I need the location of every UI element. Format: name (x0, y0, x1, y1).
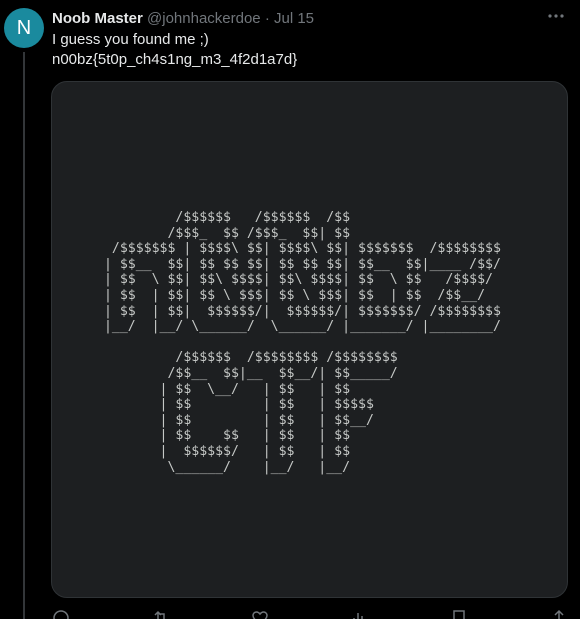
share-icon (554, 609, 564, 619)
bookmark-button[interactable] (450, 608, 468, 619)
avatar[interactable]: N (4, 8, 44, 48)
like-button[interactable] (251, 608, 269, 619)
more-horizontal-icon (548, 14, 564, 18)
views-button[interactable] (351, 608, 369, 619)
reply-icon (53, 610, 69, 619)
thread-line (23, 52, 25, 619)
repost-icon (154, 610, 165, 619)
separator-dot: · (264, 10, 270, 27)
tweet-text-line: I guess you found me ;) (52, 31, 209, 48)
ascii-art: /$$$$$$ /$$$$$$ /$$ /$$$_ $$ /$$$_ $$| $… (103, 210, 501, 475)
user-handle[interactable]: @johnhackerdoe (147, 10, 261, 27)
tweet-text-flag: n00bz{5t0p_ch4s1ng_m3_4f2d1a7d} (52, 51, 298, 68)
views-icon (353, 613, 363, 619)
tweet-date[interactable]: Jul 15 (274, 10, 314, 27)
share-button[interactable] (550, 608, 568, 619)
like-icon (252, 611, 268, 619)
display-name[interactable]: Noob Master (52, 10, 143, 27)
repost-button[interactable] (152, 608, 170, 619)
reply-button[interactable] (52, 608, 70, 619)
tweet-header: Noob Master @johnhackerdoe · Jul 15 (52, 9, 556, 29)
tweet[interactable]: N Noob Master @johnhackerdoe · Jul 15 I … (0, 0, 580, 619)
bookmark-icon (453, 610, 466, 619)
tweet-text: I guess you found me ;) n00bz{5t0p_ch4s1… (52, 30, 297, 70)
more-options-button[interactable] (546, 6, 566, 26)
action-bar (52, 608, 568, 619)
media-image[interactable]: /$$$$$$ /$$$$$$ /$$ /$$$_ $$ /$$$_ $$| $… (51, 81, 568, 598)
